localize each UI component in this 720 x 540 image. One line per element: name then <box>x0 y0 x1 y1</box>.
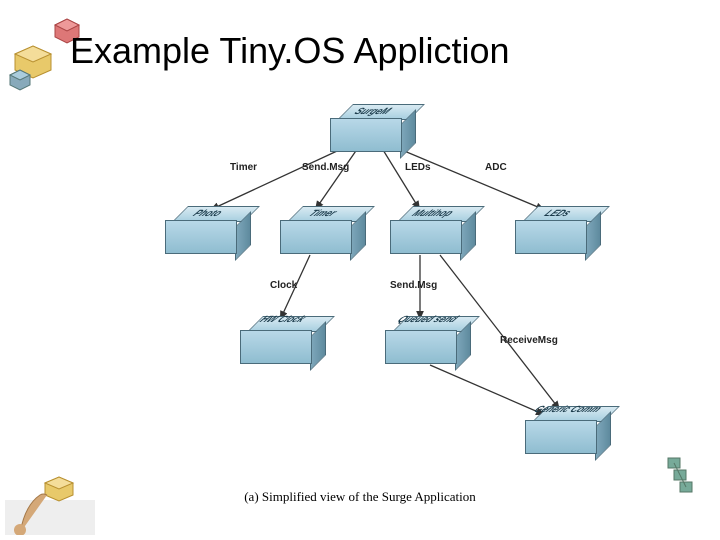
edge-label-sendmsg1: Send.Msg <box>302 162 349 173</box>
edge-label-clock: Clock <box>270 280 297 291</box>
node-label: Photo <box>168 208 248 218</box>
edge-label-sendmsg2: Send.Msg <box>390 280 437 291</box>
node-queued: Queued send <box>385 330 455 362</box>
node-hwclock: HW Clock <box>240 330 310 362</box>
node-label: LEDs <box>518 208 598 218</box>
edge-label-timer: Timer <box>230 162 257 173</box>
node-label: SurgeM <box>333 106 413 116</box>
node-label: Multihop <box>393 208 473 218</box>
node-photo: Photo <box>165 220 235 252</box>
page-title: Example Tiny.OS Appliction <box>70 30 510 72</box>
figure-caption: (a) Simplified view of the Surge Applica… <box>0 489 720 505</box>
node-label: Timer <box>283 208 363 218</box>
node-label: HW Clock <box>243 314 323 324</box>
edge-label-leds: LEDs <box>405 162 431 173</box>
node-label: Queued send <box>388 314 468 324</box>
node-surgem: SurgeM <box>330 118 400 150</box>
node-leds: LEDs <box>515 220 585 252</box>
edge-label-recvmsg: ReceiveMsg <box>500 335 558 346</box>
node-generic: Generic Comm <box>525 420 595 452</box>
node-timer: Timer <box>280 220 350 252</box>
edge-label-adc: ADC <box>485 162 507 173</box>
node-label: Generic Comm <box>528 404 608 414</box>
diagram-area: Timer Send.Msg LEDs ADC Clock Send.Msg R… <box>130 100 630 480</box>
node-multihop: Multihop <box>390 220 460 252</box>
